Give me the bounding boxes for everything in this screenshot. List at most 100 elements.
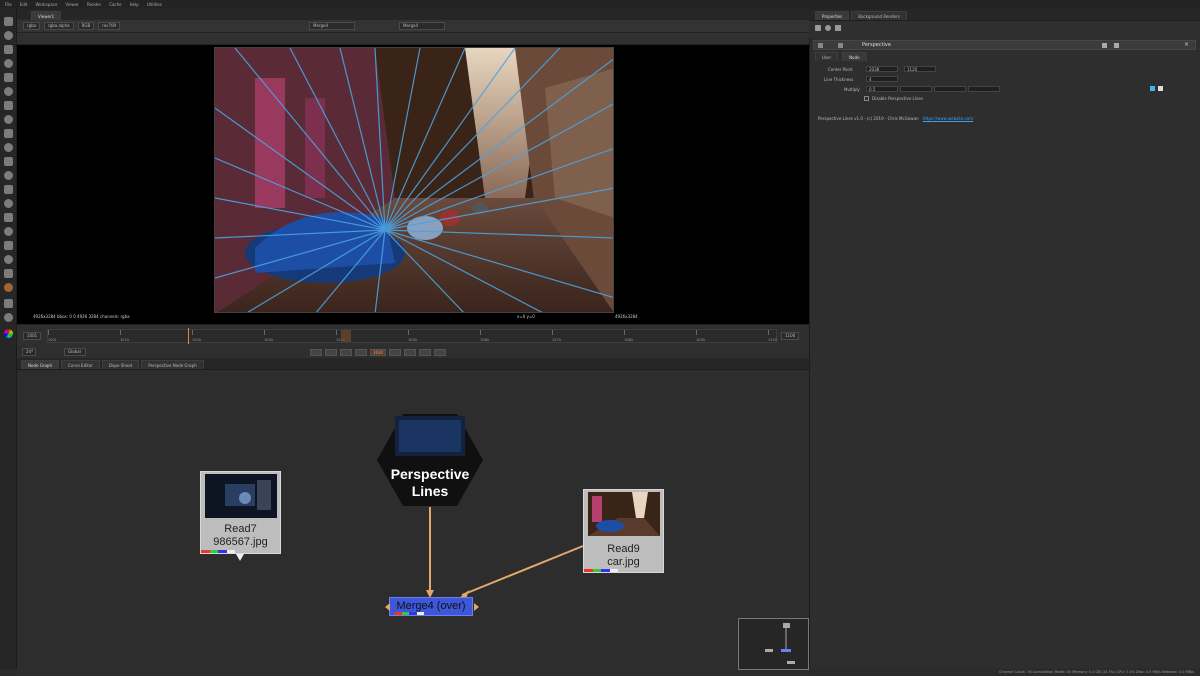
float-icon[interactable] xyxy=(825,25,831,31)
read7-output-arrow[interactable] xyxy=(236,554,244,561)
center-y-field[interactable]: 1120 xyxy=(904,66,936,72)
prev-frame-button[interactable] xyxy=(340,348,352,356)
time-icon[interactable] xyxy=(4,45,13,54)
colorspace-select[interactable]: RGB xyxy=(77,22,95,30)
read9-thumbnail-image xyxy=(588,492,660,536)
plugin-icon[interactable] xyxy=(4,299,13,308)
last-frame-button[interactable] xyxy=(434,348,446,356)
timeline[interactable]: 1001 10011010102010301040105010601070108… xyxy=(17,324,809,346)
image-icon[interactable] xyxy=(4,17,13,26)
timeline-tick xyxy=(696,330,697,335)
multiply-b-field[interactable] xyxy=(934,86,966,92)
input-b-select[interactable]: Merge4 xyxy=(399,22,445,30)
node-properties-header: Perspective × xyxy=(813,40,1196,50)
perspective-lines-node[interactable]: Perspective Lines xyxy=(377,414,483,506)
menu-viewer[interactable]: Viewer xyxy=(65,2,79,7)
multiply-g-field[interactable] xyxy=(900,86,932,92)
lut-select[interactable]: rec709 xyxy=(98,22,121,30)
merge4-output[interactable] xyxy=(474,603,479,611)
timeline-ruler[interactable]: 1001101010201030104010501060107010801090… xyxy=(47,328,777,344)
multiply-r-field[interactable]: 0.5 xyxy=(866,86,898,92)
timeline-tick xyxy=(48,330,49,335)
merge-icon[interactable] xyxy=(4,115,13,124)
toolsets-icon[interactable] xyxy=(4,213,13,222)
metadata-icon[interactable] xyxy=(4,171,13,180)
range-mode-select[interactable]: Global xyxy=(64,348,86,356)
views-icon[interactable] xyxy=(4,157,13,166)
timeline-tick-label: 1020 xyxy=(192,338,201,342)
keyer-icon[interactable] xyxy=(4,101,13,110)
tab-properties[interactable]: Properties xyxy=(815,11,850,20)
play-forward-button[interactable] xyxy=(389,348,401,356)
draw-icon[interactable] xyxy=(4,31,13,40)
particles-icon[interactable] xyxy=(4,185,13,194)
deep-icon[interactable] xyxy=(4,199,13,208)
play-backward-button[interactable] xyxy=(355,348,367,356)
start-frame-field[interactable]: 1001 xyxy=(23,332,41,340)
first-frame-button[interactable] xyxy=(310,348,322,356)
next-frame-button[interactable] xyxy=(404,348,416,356)
gizmo-icon[interactable] xyxy=(4,269,13,278)
menu-utilities[interactable]: Utilities xyxy=(147,2,162,7)
node-color-icon[interactable] xyxy=(1102,43,1107,48)
playhead[interactable] xyxy=(188,328,189,344)
channel-alpha-select[interactable]: rgba.alpha xyxy=(44,22,74,30)
next-key-button[interactable] xyxy=(419,348,431,356)
nodegraph-minimap[interactable] xyxy=(738,618,809,670)
fps-field[interactable]: 24* xyxy=(22,348,36,356)
menu-render[interactable]: Render xyxy=(87,2,101,7)
viewer-canvas[interactable] xyxy=(17,45,809,324)
read9-node[interactable]: Read9 car.jpg xyxy=(583,489,664,573)
line-thickness-field[interactable]: 4 xyxy=(866,76,898,82)
tab-node-graph[interactable]: Node Graph xyxy=(21,360,59,369)
menu-edit[interactable]: Edit xyxy=(20,2,28,7)
clear-icon[interactable] xyxy=(835,25,841,31)
merge4-node[interactable]: Merge4 (over) xyxy=(389,597,473,616)
3d-icon[interactable] xyxy=(4,143,13,152)
channel-icon[interactable] xyxy=(4,59,13,68)
prev-key-button[interactable] xyxy=(325,348,337,356)
input-a-select[interactable]: Merge4 xyxy=(309,22,355,30)
menu-file[interactable]: File xyxy=(5,2,12,7)
menu-workspace[interactable]: Workspace xyxy=(35,2,57,7)
center-x-field[interactable]: 2038 xyxy=(866,66,898,72)
transform-icon[interactable] xyxy=(4,129,13,138)
end-frame-field[interactable]: 1100 xyxy=(781,332,799,340)
other-icon[interactable] xyxy=(4,227,13,236)
channel-layer-select[interactable]: rgba xyxy=(23,22,41,30)
filter-icon[interactable] xyxy=(4,87,13,96)
undo-icon[interactable] xyxy=(1114,43,1119,48)
refresh-icon[interactable] xyxy=(4,313,13,322)
disable-lines-checkbox[interactable] xyxy=(864,96,869,101)
tab-dope-sheet[interactable]: Dope Sheet xyxy=(101,360,140,369)
furnace-icon[interactable] xyxy=(4,241,13,250)
tab-background-renders[interactable]: Background Renders xyxy=(851,11,907,20)
ofx-icon[interactable] xyxy=(4,255,13,264)
merge4-mask-input[interactable] xyxy=(385,603,390,611)
close-icon[interactable]: × xyxy=(1184,42,1190,48)
menu-help[interactable]: Help xyxy=(130,2,139,7)
color-picker-icon[interactable] xyxy=(1150,86,1155,91)
cara-icon[interactable] xyxy=(4,283,13,292)
timeline-tick-label: 1100 xyxy=(768,338,777,342)
color-icon[interactable] xyxy=(4,73,13,82)
collapse-icon[interactable] xyxy=(818,43,823,48)
read7-node[interactable]: Read7 986567.jpg xyxy=(200,471,281,554)
node-graph[interactable]: Perspective Lines Read7 986567.jpg Read9… xyxy=(17,370,809,676)
merge4-channel-swatch xyxy=(394,612,424,615)
tab-user[interactable]: User xyxy=(815,52,839,61)
current-frame-field[interactable]: 1030 xyxy=(370,348,386,356)
menu-cache[interactable]: Cache xyxy=(109,2,121,7)
center-node-icon[interactable] xyxy=(838,43,843,48)
tab-node[interactable]: Node xyxy=(842,52,867,61)
color-wheel-icon[interactable] xyxy=(4,329,13,338)
credit-link[interactable]: https://www.website.com xyxy=(923,116,973,121)
tab-curve-editor[interactable]: Curve Editor xyxy=(60,360,100,369)
tab-viewer1[interactable]: Viewer1 xyxy=(31,11,62,20)
node-title[interactable]: Perspective xyxy=(862,42,891,48)
lock-icon[interactable] xyxy=(815,25,821,31)
tab-perspective-node-graph[interactable]: Perspective Node Graph xyxy=(141,360,204,369)
multiply-a-field[interactable] xyxy=(968,86,1000,92)
timeline-tick xyxy=(768,330,769,335)
color-wheel-button-icon[interactable] xyxy=(1158,86,1163,91)
